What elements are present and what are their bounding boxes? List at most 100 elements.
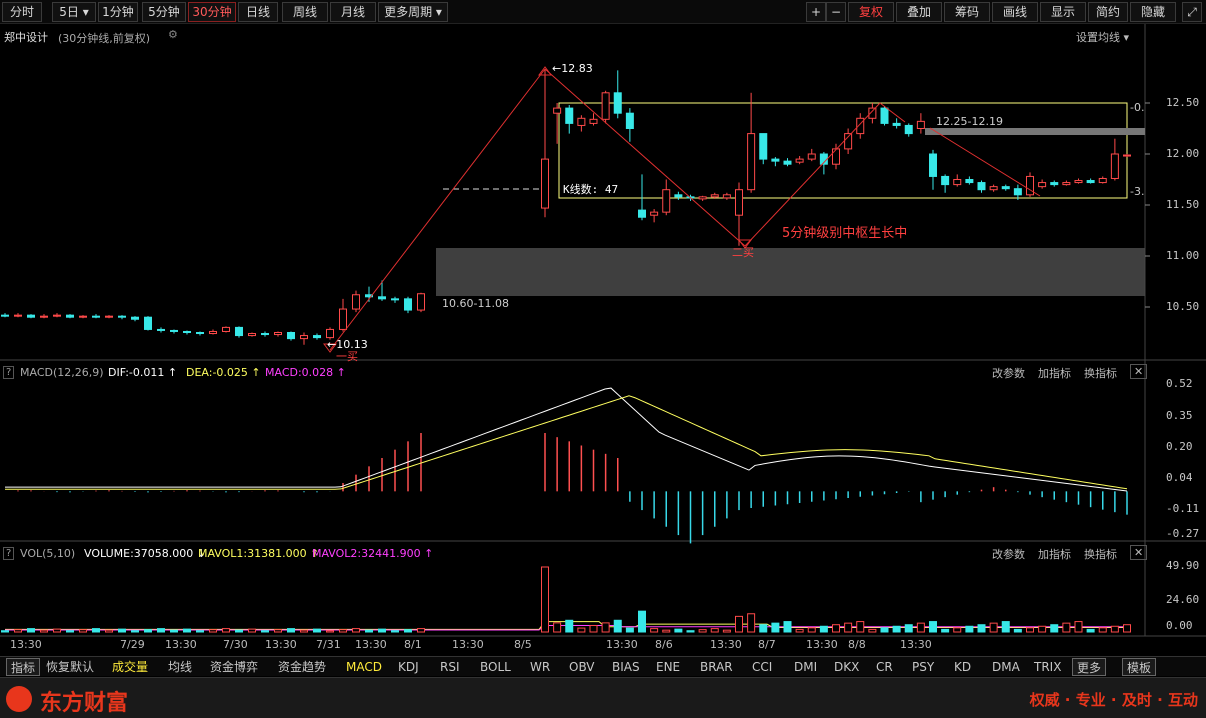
indicator-tabs: 指标 恢复默认 成交量 均线 资金博弈 资金趋势 MACD KDJ RSI BOLL WR OBV BI… <box>0 656 1206 676</box>
candle-up <box>698 196 707 200</box>
volume-bar <box>1001 621 1010 633</box>
tab-5[interactable]: 资金趋势 <box>278 658 326 676</box>
vol-mavol2: MAVOL2:32441.900 ↑ <box>312 547 434 560</box>
overlay-button[interactable]: 叠加 <box>896 2 942 22</box>
tab-14[interactable]: BRAR <box>700 658 733 676</box>
candle-down <box>625 112 634 129</box>
tab-17[interactable]: DKX <box>834 658 859 676</box>
macd-add-button[interactable]: 加指标 <box>1038 365 1071 381</box>
tab-22[interactable]: TRIX <box>1034 658 1061 676</box>
vol-param-button[interactable]: 改参数 <box>992 546 1025 562</box>
candle-up <box>710 194 719 198</box>
tab-8[interactable]: RSI <box>440 658 460 676</box>
tab-7[interactable]: KDJ <box>398 658 419 676</box>
tab-monthly[interactable]: 月线 <box>330 2 376 22</box>
candle-up <box>989 186 998 191</box>
tab-24[interactable]: 模板 <box>1122 658 1157 676</box>
brand-logo: 东方财富 <box>40 690 129 715</box>
candle-up <box>722 194 731 199</box>
chevron-down-icon: ▾ <box>82 5 89 19</box>
candle-up <box>844 133 853 150</box>
volume-bar <box>880 627 889 633</box>
vol-tick: 49.90 <box>1166 559 1200 572</box>
help-icon[interactable]: ? <box>3 547 15 560</box>
tab-13[interactable]: ENE <box>656 658 680 676</box>
volume-bar <box>144 629 152 633</box>
tab-timeshare[interactable]: 分时 <box>2 2 42 22</box>
fullscreen-icon[interactable]: ⤢ <box>1182 2 1202 22</box>
volume-bar <box>589 624 598 633</box>
tab-5day[interactable]: 5日 ▾ <box>52 2 96 22</box>
candle-down <box>1001 186 1010 190</box>
volume-bar <box>698 629 707 633</box>
close-icon[interactable]: ✕ <box>1130 364 1148 379</box>
volume-bar <box>638 610 646 633</box>
time-label: 8/6 <box>655 638 673 651</box>
hide-button[interactable]: 隐藏 <box>1130 2 1176 22</box>
tab-12[interactable]: BIAS <box>612 658 640 676</box>
tab-3[interactable]: 均线 <box>168 658 192 676</box>
zoom-out-button[interactable]: − <box>826 2 846 22</box>
time-label: 13:30 <box>900 638 932 651</box>
close-icon[interactable]: ✕ <box>1130 545 1148 560</box>
tab-daily[interactable]: 日线 <box>238 2 278 22</box>
candle-down <box>170 329 178 332</box>
display-button[interactable]: 显示 <box>1040 2 1086 22</box>
simple-button[interactable]: 简约 <box>1088 2 1128 22</box>
vol-switch-button[interactable]: 换指标 <box>1084 546 1117 562</box>
macd-switch-button[interactable]: 换指标 <box>1084 365 1117 381</box>
tab-0[interactable]: 指标 <box>6 658 41 676</box>
help-icon[interactable]: ? <box>3 366 15 379</box>
volume-bar <box>892 625 901 633</box>
tab-10[interactable]: WR <box>530 658 550 676</box>
draw-button[interactable]: 画线 <box>992 2 1038 22</box>
vol-tick: 24.60 <box>1166 593 1200 606</box>
tab-4[interactable]: 资金博弈 <box>210 658 258 676</box>
volume-bar <box>404 629 412 633</box>
time-label: 8/8 <box>848 638 866 651</box>
time-label: 13:30 <box>10 638 42 651</box>
price-tick: 12.50 <box>1166 96 1200 109</box>
tab-23[interactable]: 更多 <box>1072 658 1107 676</box>
volume-bar <box>105 629 113 633</box>
volume-bar <box>625 627 634 633</box>
volume-bar <box>118 628 126 633</box>
candle-up <box>105 315 113 318</box>
tab-18[interactable]: CR <box>876 658 893 676</box>
tab-19[interactable]: PSY <box>912 658 934 676</box>
more-periods-label: 更多周期 <box>384 5 433 19</box>
tab-weekly[interactable]: 周线 <box>282 2 328 22</box>
volume-bar <box>613 619 622 633</box>
chevron-down-icon: ▾ <box>435 5 442 19</box>
tab-6[interactable]: MACD <box>346 658 382 676</box>
candle-down <box>929 153 937 177</box>
volume-bar <box>601 622 610 633</box>
slogan: 权威 · 专业 · 及时 · 互动 <box>1029 691 1198 709</box>
adjust-button[interactable]: 复权 <box>848 2 894 22</box>
tab-30min[interactable]: 30分钟 <box>188 2 236 22</box>
macd-param-button[interactable]: 改参数 <box>992 365 1025 381</box>
tab-21[interactable]: DMA <box>992 658 1020 676</box>
tab-1min[interactable]: 1分钟 <box>98 2 138 22</box>
tab-5min[interactable]: 5分钟 <box>142 2 186 22</box>
tab-9[interactable]: BOLL <box>480 658 511 676</box>
macd-macd: MACD:0.028 ↑ <box>265 366 346 379</box>
footer: 东方财富 权威 · 专业 · 及时 · 互动 <box>0 677 1206 718</box>
volume-bar <box>1050 624 1059 633</box>
candle-down <box>638 209 646 218</box>
tab-2[interactable]: 成交量 <box>112 658 148 676</box>
candle-down <box>941 175 950 186</box>
candle-up <box>1123 154 1131 157</box>
volume-bar <box>941 628 950 633</box>
candle-up <box>832 148 840 165</box>
zoom-in-button[interactable]: + <box>806 2 826 22</box>
tab-16[interactable]: DMI <box>794 658 817 676</box>
tab-more-periods[interactable]: 更多周期 ▾ <box>378 2 448 22</box>
tab-15[interactable]: CCI <box>752 658 772 676</box>
chips-button[interactable]: 筹码 <box>944 2 990 22</box>
vol-add-button[interactable]: 加指标 <box>1038 546 1071 562</box>
tab-20[interactable]: KD <box>954 658 971 676</box>
kline-chart[interactable] <box>0 24 1206 656</box>
tab-1[interactable]: 恢复默认 <box>46 658 94 676</box>
tab-11[interactable]: OBV <box>569 658 595 676</box>
